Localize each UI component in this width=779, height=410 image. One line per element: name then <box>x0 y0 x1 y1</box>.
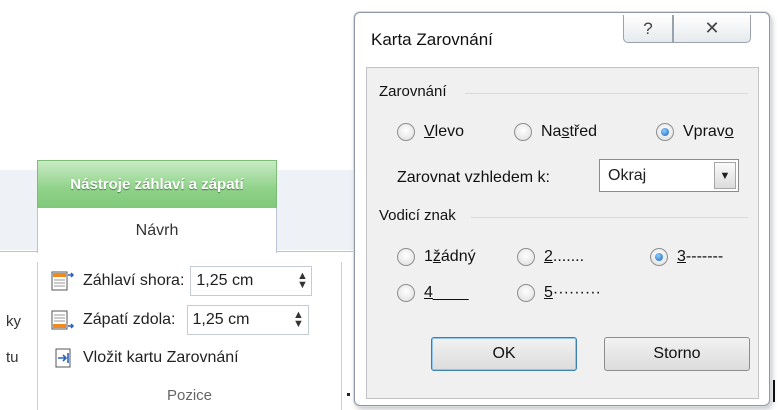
contextual-tab-label: Nástroje záhlaví a zápatí <box>70 176 244 193</box>
tab-border-left <box>0 251 38 252</box>
radio-icon[interactable] <box>517 248 535 266</box>
option-text: ____ <box>432 284 469 301</box>
access-key: ž <box>432 248 441 265</box>
clipped-ribbon-label: tu <box>6 349 19 366</box>
header-from-top-value: 1,25 cm <box>196 272 254 289</box>
radio-leader-dots[interactable]: 2 ....... <box>517 248 584 266</box>
option-text: ------- <box>685 248 724 265</box>
option-text: třed <box>569 123 598 140</box>
radio-leader-middots[interactable]: 5 ········· <box>517 284 601 302</box>
dialog-content-panel: Zarovnání Vlevo Na s třed Vprav o Zarovnat… <box>366 67 759 399</box>
header-from-top-label: Záhlaví shora: <box>83 272 185 289</box>
radio-icon[interactable] <box>397 284 415 302</box>
option-text: ....... <box>552 248 585 265</box>
dropdown-arrow-icon[interactable]: ▼ <box>714 162 736 189</box>
close-icon: ✕ <box>704 18 720 39</box>
help-button[interactable]: ? <box>623 15 673 43</box>
group-label-position: Pozice <box>166 387 213 404</box>
alignment-rule <box>465 93 748 94</box>
option-text: Na <box>541 123 562 140</box>
access-key: 5 <box>544 284 553 301</box>
access-key: 3 <box>677 248 686 265</box>
dialog-titlebar[interactable]: Karta Zarovnání ? ✕ <box>355 13 769 61</box>
option-text: 1 <box>424 248 433 265</box>
text-cursor <box>773 380 775 402</box>
spinner-down-icon[interactable]: ▼ <box>293 318 304 330</box>
radio-leader-dashes[interactable]: 3 ------- <box>650 248 723 266</box>
radio-icon[interactable] <box>397 123 415 141</box>
radio-align-center[interactable]: Na s třed <box>514 123 597 141</box>
footer-from-bottom-spinner[interactable]: 1,25 cm ▲ ▼ <box>186 305 309 335</box>
clipped-ribbon-label: ky <box>6 313 21 330</box>
ok-button[interactable]: OK <box>431 337 577 371</box>
insert-alignment-tab-icon <box>51 347 75 369</box>
radio-icon[interactable] <box>650 248 668 266</box>
alignment-heading: Zarovnání <box>379 83 447 100</box>
radio-icon[interactable] <box>397 248 415 266</box>
access-key: 2 <box>544 248 553 265</box>
align-relative-value: Okraj <box>608 166 647 184</box>
align-relative-select[interactable]: Okraj ▼ <box>599 159 739 192</box>
option-text: levo <box>434 123 465 140</box>
ok-button-label: OK <box>492 345 516 362</box>
spinner-down-icon[interactable]: ▼ <box>297 279 308 291</box>
access-key: s <box>561 123 570 140</box>
radio-align-left[interactable]: Vlevo <box>397 123 464 141</box>
access-key: V <box>424 123 435 140</box>
alignment-tab-dialog: Karta Zarovnání ? ✕ Zarovnání Vlevo Na s… <box>354 12 770 406</box>
header-position-icon <box>51 270 75 292</box>
group-separator-right <box>341 262 342 410</box>
header-from-top-row: Záhlaví shora: 1,25 cm ▲ ▼ <box>51 266 313 296</box>
radio-icon[interactable] <box>517 284 535 302</box>
radio-leader-none[interactable]: 1 ž ádný <box>397 248 476 266</box>
spinner-arrows[interactable]: ▲ ▼ <box>290 310 308 330</box>
align-relative-label: Zarovnat vzhledem k: <box>397 169 550 186</box>
leader-rule <box>471 217 748 218</box>
tab-navrh[interactable]: Návrh <box>37 208 277 253</box>
radio-icon[interactable] <box>514 123 532 141</box>
header-from-top-spinner[interactable]: 1,25 cm ▲ ▼ <box>190 266 313 296</box>
spinner-arrows[interactable]: ▲ ▼ <box>293 271 311 291</box>
option-text: ádný <box>440 248 476 265</box>
footer-from-bottom-label: Zápatí zdola: <box>83 311 176 328</box>
insert-alignment-tab-label: Vložit kartu Zarovnání <box>83 349 239 366</box>
footer-position-icon <box>51 309 75 331</box>
help-icon: ? <box>643 18 653 38</box>
radio-icon[interactable] <box>656 123 674 141</box>
footer-from-bottom-row: Zápatí zdola: 1,25 cm ▲ ▼ <box>51 305 309 335</box>
option-text: ········· <box>552 284 601 301</box>
contextual-tab-header-footer-tools: Nástroje záhlaví a zápatí <box>37 160 277 208</box>
text-dot <box>347 393 350 396</box>
insert-alignment-tab-button[interactable]: Vložit kartu Zarovnání <box>51 343 239 373</box>
tab-navrh-label: Návrh <box>135 221 179 239</box>
access-key: o <box>724 123 734 140</box>
dialog-title: Karta Zarovnání <box>371 30 493 49</box>
cancel-button[interactable]: Storno <box>604 337 750 371</box>
tab-border-right <box>276 251 360 252</box>
footer-from-bottom-value: 1,25 cm <box>192 311 250 328</box>
radio-align-right[interactable]: Vprav o <box>656 123 734 141</box>
option-text: Vprav <box>683 123 725 140</box>
close-button[interactable]: ✕ <box>673 15 751 43</box>
leader-heading: Vodicí znak <box>379 207 456 224</box>
access-key: 4 <box>424 284 433 301</box>
radio-leader-underline[interactable]: 4 ____ <box>397 284 469 302</box>
cancel-button-label: Storno <box>653 345 701 362</box>
